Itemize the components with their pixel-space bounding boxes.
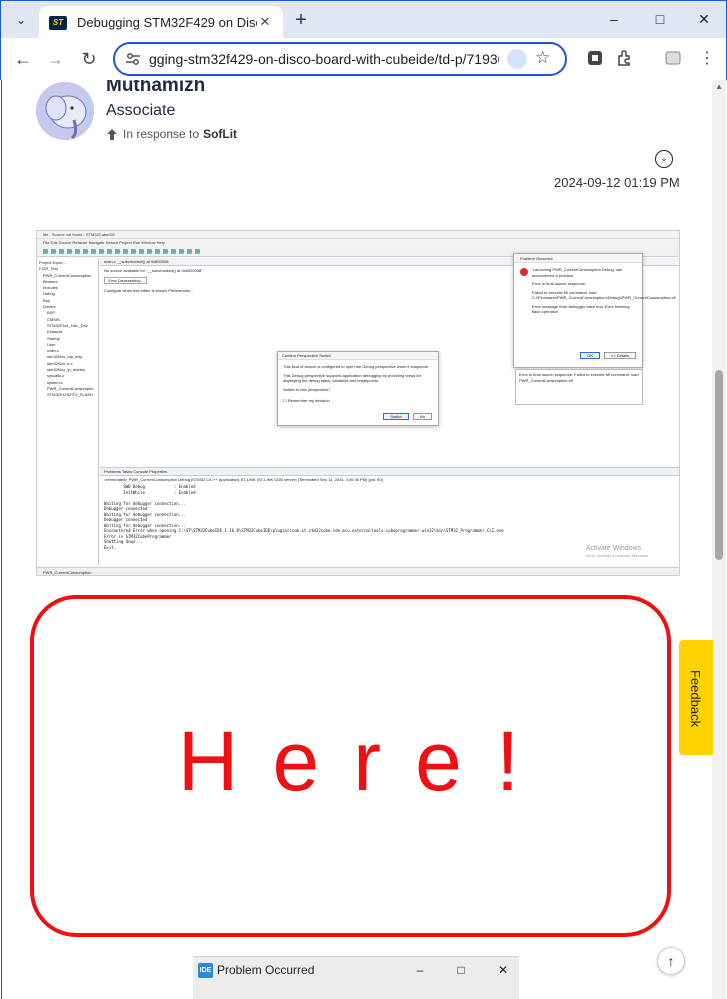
- ide-app-icon: IDE: [198, 963, 213, 978]
- problem-window-close[interactable]: ✕: [491, 960, 515, 980]
- ide-perspective-dialog-title: Confirm Perspective Switch: [278, 352, 438, 360]
- browser-tab[interactable]: ST Debugging STM32F429 on Disco ✕: [39, 6, 283, 39]
- ide-problem-dialog-title: Problem Occurred: [514, 254, 642, 263]
- close-window-button[interactable]: ✕: [681, 1, 727, 37]
- post-options-chevron-icon[interactable]: ⌄: [655, 150, 673, 168]
- reload-icon[interactable]: ↻: [77, 47, 101, 71]
- elephant-avatar-icon: [36, 82, 94, 140]
- in-response-to: In response to SofLit: [106, 127, 237, 141]
- ide-remember-checkbox: ☐ Remember my decision: [283, 398, 330, 403]
- ide-project-explorer: Project Explo... F429_Test PWR_CurrentCons…: [37, 258, 99, 565]
- ide-console-output: SWD Debug : Enabled InitWhile : Enabled …: [104, 484, 504, 550]
- lens-icon[interactable]: [507, 49, 527, 69]
- url-text[interactable]: gging-stm32f429-on-disco-board-with-cube…: [149, 51, 499, 67]
- ide-perspective-dialog: Confirm Perspective Switch This kind of …: [277, 351, 439, 426]
- ide-titlebar: ide - Source not found - STM32CubeIDE: [37, 231, 679, 239]
- ide-console-header: <terminated> PWR_CurrentConsumption Debu…: [104, 477, 383, 482]
- scroll-up-icon[interactable]: ▲: [715, 82, 723, 91]
- ide-problem-details: Error in final launch sequence: Failed t…: [515, 369, 643, 405]
- back-to-top-button[interactable]: ↑: [657, 947, 685, 975]
- browser-titlebar: ⌄ ST Debugging STM32F429 on Disco ✕ + – …: [0, 0, 727, 39]
- page-viewport: ▲ Muthamizh Associate In response to Sof…: [1, 80, 726, 999]
- ide-console-tabs: Problems Tasks Console Properties: [100, 468, 679, 476]
- st-favicon-icon: ST: [49, 15, 67, 30]
- forward-arrow-icon[interactable]: →: [43, 47, 67, 71]
- in-response-label: In response to: [123, 127, 200, 141]
- chevron-down-icon: ⌄: [15, 13, 27, 27]
- arrow-up-icon: ↑: [667, 953, 675, 969]
- author-rank: Associate: [106, 102, 176, 119]
- ide-switch-button: Switch: [383, 413, 409, 420]
- reply-arrow-icon: [107, 128, 117, 140]
- ide-ok-button: OK: [580, 352, 600, 359]
- in-response-link[interactable]: SofLit: [203, 127, 237, 141]
- close-tab-icon[interactable]: ✕: [257, 14, 273, 30]
- ide-tree-item: PWR_CurrentConsumption: [43, 272, 92, 278]
- ide-statusbar: PWR_CurrentConsumption: [37, 567, 679, 575]
- address-bar[interactable]: gging-stm32f429-on-disco-board-with-cube…: [113, 42, 567, 76]
- ide-view-disassembly: View Disassembly...: [104, 277, 148, 284]
- problem-window-minimize[interactable]: –: [408, 960, 432, 980]
- tab-search-button[interactable]: ⌄: [9, 8, 33, 32]
- post-date: 2024-09-12 01:19 PM: [554, 175, 680, 190]
- new-tab-button[interactable]: +: [291, 10, 311, 30]
- extensions-puzzle-icon[interactable]: [615, 48, 635, 68]
- ide-no-button: No: [412, 413, 432, 420]
- problem-window-maximize[interactable]: □: [449, 960, 473, 980]
- minimize-button[interactable]: –: [591, 1, 637, 37]
- error-icon: [520, 268, 528, 276]
- site-info-icon[interactable]: [125, 51, 141, 67]
- ide-details-button: << Details: [603, 352, 636, 359]
- tab-title: Debugging STM32F429 on Disco: [77, 15, 257, 30]
- ide-problem-dialog: Problem Occurred 'Launching PWR_CurrentC…: [513, 253, 676, 368]
- bookmark-star-icon[interactable]: ☆: [535, 48, 550, 68]
- author-name[interactable]: Muthamizh: [106, 80, 205, 97]
- profile-window-icon[interactable]: [663, 48, 683, 68]
- menu-kebab-icon[interactable]: ⋮: [695, 47, 719, 71]
- problem-window-title: Problem Occurred: [217, 963, 315, 977]
- scrollbar-thumb[interactable]: [715, 370, 723, 560]
- ide-tree-item: STM32F429ZITX_FLASH: [47, 392, 93, 398]
- annotation-outline: Here!: [30, 595, 671, 937]
- attached-screenshot[interactable]: ide - Source not found - STM32CubeIDE Fi…: [36, 230, 680, 576]
- feedback-label: Feedback: [688, 670, 703, 728]
- ide-menubar: File Edit Source Refactor Navigate Searc…: [37, 239, 679, 247]
- back-arrow-icon[interactable]: ←: [11, 47, 35, 71]
- scrollbar[interactable]: ▲: [712, 80, 726, 999]
- annotation-text: Here!: [177, 714, 554, 808]
- feedback-tab[interactable]: Feedback: [679, 640, 713, 755]
- avatar[interactable]: [36, 82, 94, 140]
- extension-app-icon[interactable]: [585, 48, 605, 68]
- browser-toolbar: ← → ↻ gging-stm32f429-on-disco-board-wit…: [0, 38, 727, 80]
- activate-windows-watermark: Activate Windows Go to Settings to activ…: [585, 545, 649, 558]
- problem-occurred-window[interactable]: IDE Problem Occurred – □ ✕: [193, 956, 519, 999]
- maximize-button[interactable]: □: [637, 1, 683, 37]
